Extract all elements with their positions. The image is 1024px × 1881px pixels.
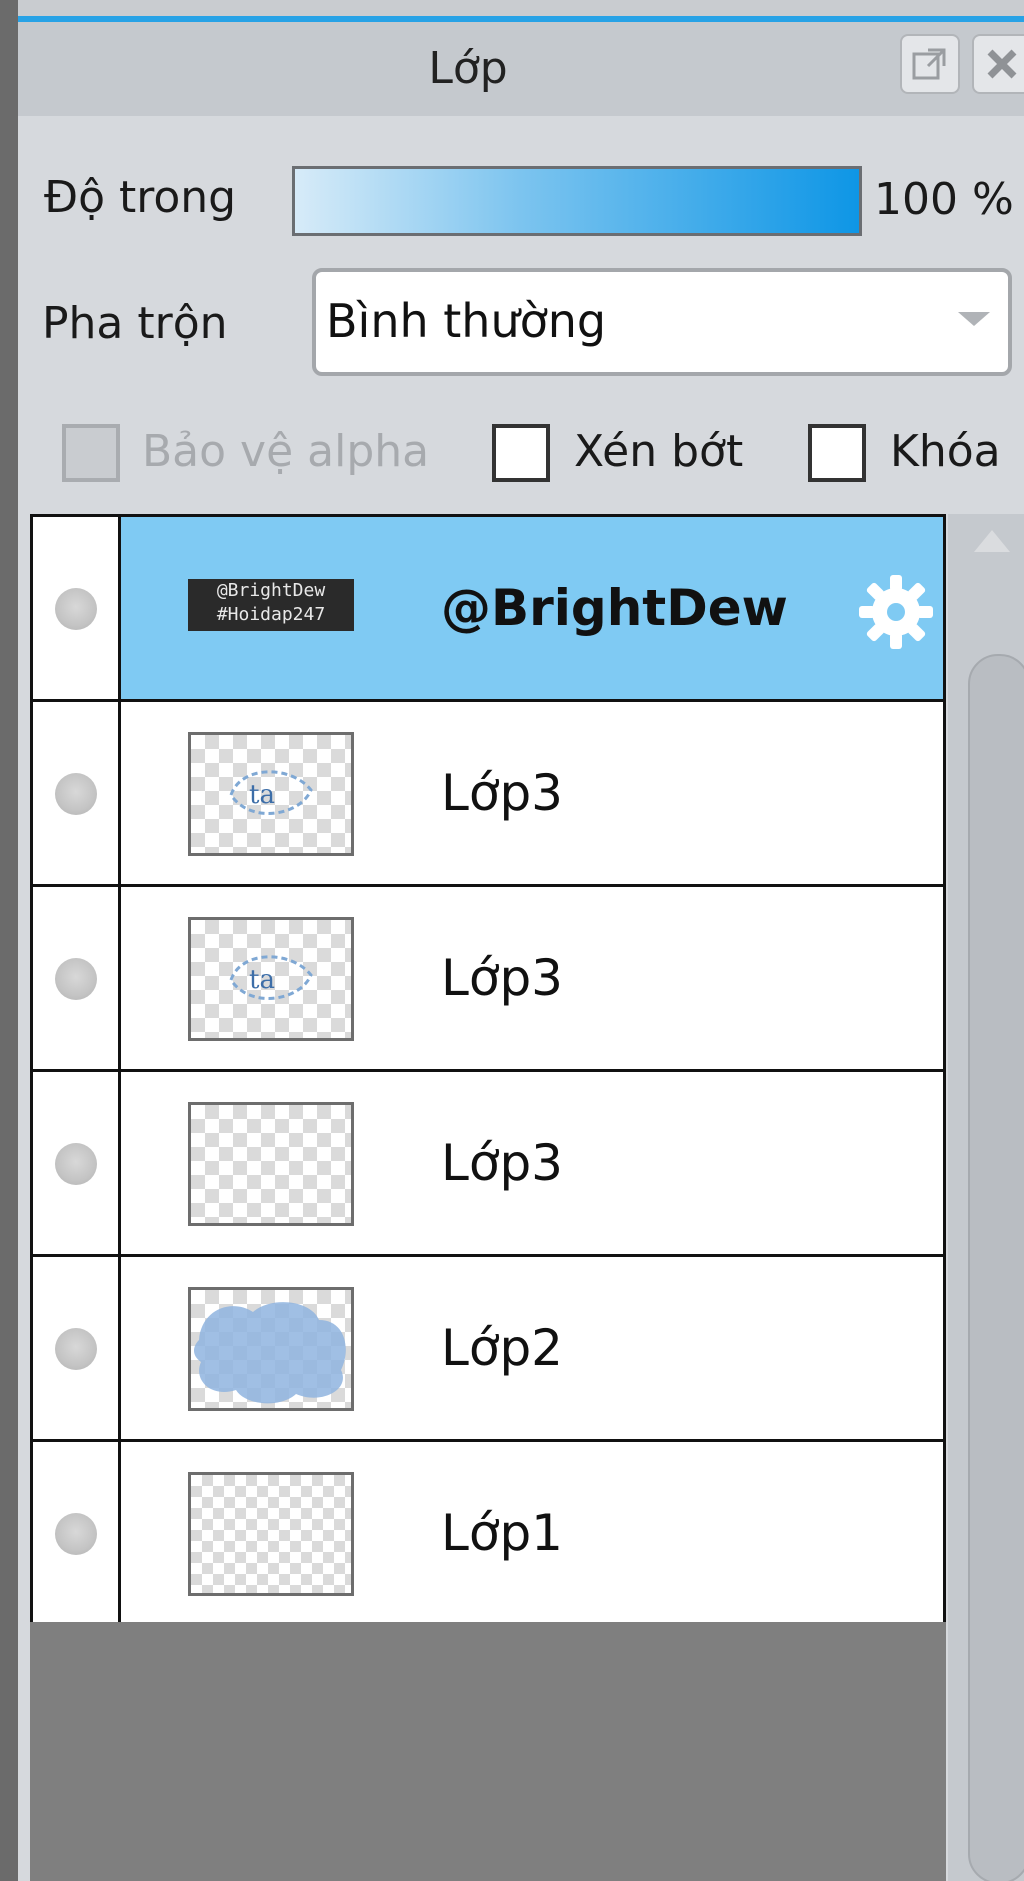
visibility-dot-icon[interactable] [55,773,97,815]
layer-thumbnail: @BrightDew #Hoidap247 [188,579,354,631]
layer-name: @BrightDew [441,579,788,637]
layer-list-scrollbar[interactable] [948,514,1024,1881]
layer-thumbnail [188,1287,354,1411]
layer-row[interactable]: ta Lớp3 [33,887,943,1072]
visibility-cell[interactable] [33,702,121,884]
visibility-dot-icon[interactable] [55,588,97,630]
visibility-dot-icon[interactable] [55,958,97,1000]
layer-name: Lớp3 [441,764,563,822]
protect-alpha-label: Bảo vệ alpha [142,426,430,477]
visibility-dot-icon[interactable] [55,1328,97,1370]
svg-text:ta: ta [249,780,275,810]
dropdown-caret-icon [958,312,990,326]
top-strip [18,0,1024,16]
visibility-cell[interactable] [33,887,121,1069]
layer-list-empty-area [30,1622,946,1881]
layer-row[interactable]: ta Lớp3 [33,702,943,887]
opacity-label: Độ trong [44,172,237,223]
layer-thumbnail: ta [188,917,354,1041]
layer-row[interactable]: @BrightDew #Hoidap247 @BrightDew [33,517,943,702]
layer-name: Lớp2 [441,1319,563,1377]
panel-body: Độ trong 100 % Pha trộn Bình thường Bảo … [18,116,1024,1881]
lock-label: Khóa [890,426,1001,477]
visibility-cell[interactable] [33,1257,121,1439]
visibility-dot-icon[interactable] [55,1143,97,1185]
layer-thumbnail [188,1472,354,1596]
layer-name: Lớp1 [441,1504,563,1562]
layers-panel: Lớp Độ trong 100 % Pha trộn Bình thường … [18,22,1024,1881]
thumbnail-text: @BrightDew #Hoidap247 [216,580,326,625]
visibility-dot-icon[interactable] [55,1513,97,1555]
lock-checkbox[interactable] [808,424,866,482]
visibility-cell[interactable] [33,517,121,699]
layer-name: Lớp3 [441,949,563,1007]
blend-mode-select[interactable]: Bình thường [312,268,1012,376]
scroll-up-icon[interactable] [974,530,1010,552]
layer-row[interactable]: Lớp3 [33,1072,943,1257]
opacity-value: 100 % [874,174,1014,225]
svg-text:ta: ta [249,965,275,995]
blend-mode-value: Bình thường [326,294,607,348]
clipping-label: Xén bớt [574,426,744,477]
popout-icon[interactable] [900,34,960,94]
layer-thumbnail [188,1102,354,1226]
visibility-cell[interactable] [33,1072,121,1254]
panel-titlebar: Lớp [18,22,1024,116]
layer-list: @BrightDew #Hoidap247 @BrightDew ta Lớp3… [30,514,946,1627]
protect-alpha-checkbox [62,424,120,482]
layer-name: Lớp3 [441,1134,563,1192]
panel-title: Lớp [428,43,508,94]
scrollbar-thumb[interactable] [968,654,1024,1881]
blend-label: Pha trộn [42,298,228,349]
opacity-slider[interactable] [292,166,862,236]
clipping-checkbox[interactable] [492,424,550,482]
left-edge [0,0,18,1881]
layer-thumbnail: ta [188,732,354,856]
close-icon[interactable] [972,34,1024,94]
layer-row[interactable]: Lớp2 [33,1257,943,1442]
visibility-cell[interactable] [33,1442,121,1627]
gear-icon[interactable] [853,569,939,655]
layer-row[interactable]: Lớp1 [33,1442,943,1627]
